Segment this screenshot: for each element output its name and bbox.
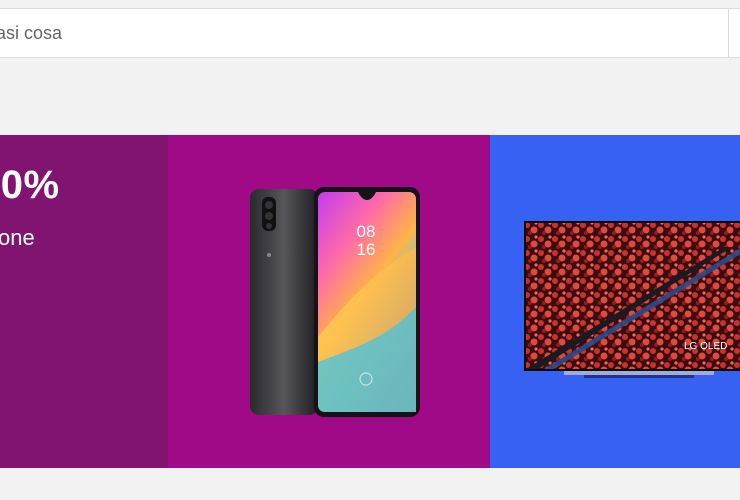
search-bar xyxy=(0,8,740,58)
promo-category: one xyxy=(0,225,35,250)
top-strip xyxy=(0,0,740,8)
promo-panel-discount[interactable]: 50% one xyxy=(0,135,168,468)
phone-clock-hour: 08 xyxy=(357,222,376,241)
television-image: LG OLED xyxy=(524,221,740,378)
promo-discount: 50% xyxy=(0,163,60,207)
search-input[interactable] xyxy=(0,9,728,57)
search-divider xyxy=(728,9,729,57)
smartphone-image: 08 16 xyxy=(250,187,420,417)
bottom-strip xyxy=(0,468,740,500)
promo-banner[interactable]: 50% one xyxy=(0,135,740,468)
promo-panel-tv[interactable]: LG OLED xyxy=(490,135,740,468)
promo-panel-phone[interactable]: 08 16 xyxy=(168,135,490,468)
phone-clock-minute: 16 xyxy=(357,240,376,259)
tv-label: LG OLED xyxy=(684,341,727,352)
